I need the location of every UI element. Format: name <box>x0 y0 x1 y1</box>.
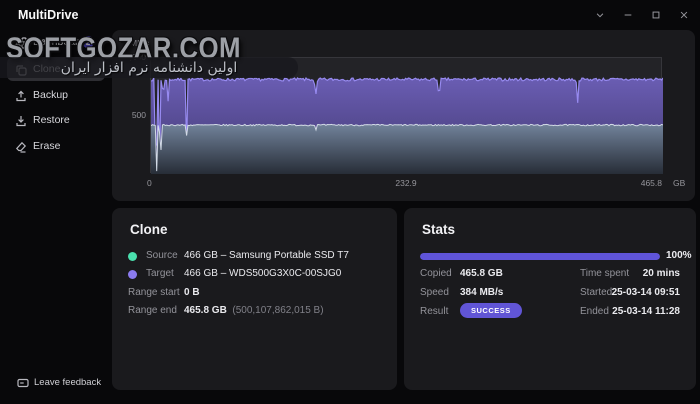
maximize-icon <box>651 10 661 20</box>
progress-bar <box>420 253 660 260</box>
x-tick-0: 0 <box>147 178 152 188</box>
sidebar-item-backup[interactable]: Backup <box>0 83 112 107</box>
x-tick-mid: 232.9 <box>386 178 426 188</box>
clone-panel-title: Clone <box>130 222 168 237</box>
backup-icon <box>15 89 27 101</box>
stat-value-started: 25-03-14 09:51 <box>570 287 680 298</box>
clone-panel: Clone Source 466 GB – Samsung Portable S… <box>112 208 397 390</box>
sidebar-item-label: Dashboard <box>33 36 84 48</box>
source-dot-icon <box>128 252 137 261</box>
success-status-badge: SUCCESS <box>460 303 522 318</box>
y-tick-500: 500 <box>112 110 146 120</box>
dropdown-chevron-button[interactable] <box>588 4 612 26</box>
sidebar-item-label: Clone <box>33 63 60 75</box>
y-axis-unit-label: MB/s <box>130 38 149 48</box>
erase-icon <box>15 140 27 152</box>
range-end-bytes: (500,107,862,015 B) <box>232 305 323 316</box>
stat-value-time-spent: 20 mins <box>570 268 680 279</box>
x-axis-unit-label: GB <box>673 178 685 188</box>
close-button[interactable] <box>672 4 696 26</box>
sidebar: Dashboard 2 Clone Backup <box>0 30 112 404</box>
stat-label-copied: Copied <box>420 268 452 279</box>
source-value: 466 GB – Samsung Portable SSD T7 <box>184 250 349 261</box>
minimize-icon <box>623 10 633 20</box>
y-tick-1000: 1,000 <box>112 52 146 62</box>
stat-value-copied: 465.8 GB <box>460 268 503 279</box>
sidebar-item-label: Backup <box>33 89 68 101</box>
stat-value-ended: 25-03-14 11:28 <box>570 306 680 317</box>
speed-area-chart <box>151 58 663 174</box>
minimize-button[interactable] <box>616 4 640 26</box>
sidebar-item-clone[interactable]: Clone <box>0 57 112 81</box>
row-label: Range start <box>128 287 180 298</box>
app-title: MultiDrive <box>18 8 78 22</box>
feedback-icon <box>17 376 29 388</box>
row-label: Range end <box>128 305 177 316</box>
target-dot-icon <box>128 270 137 279</box>
dashboard-badge: 2 <box>82 36 94 48</box>
x-tick-end: 465.8 <box>612 178 662 188</box>
restore-icon <box>15 114 27 126</box>
speed-chart-plot <box>150 57 662 173</box>
leave-feedback-label: Leave feedback <box>34 377 101 388</box>
close-icon <box>679 10 689 20</box>
sidebar-item-erase[interactable]: Erase <box>0 134 112 158</box>
sidebar-item-label: Restore <box>33 114 70 126</box>
row-label: Target <box>146 268 174 279</box>
titlebar: MultiDrive <box>0 0 700 30</box>
chevron-down-icon <box>595 10 605 20</box>
stat-value-speed: 384 MB/s <box>460 287 503 298</box>
clone-icon <box>15 63 27 75</box>
range-end-value: 465.8 GB (500,107,862,015 B) <box>184 305 324 316</box>
leave-feedback-button[interactable]: Leave feedback <box>0 370 112 394</box>
stat-label-result: Result <box>420 306 448 317</box>
sidebar-item-label: Erase <box>33 140 60 152</box>
row-label: Source <box>146 250 178 261</box>
stats-panel-title: Stats <box>422 222 455 237</box>
progress-percent-label: 100% <box>666 250 692 261</box>
window-controls <box>588 4 696 26</box>
range-start-value: 0 B <box>184 287 200 298</box>
speed-chart-panel: MB/s 1,000 500 0 232.9 465.8 GB <box>112 30 695 201</box>
progress-bar-fill <box>420 253 660 260</box>
stats-panel: Stats 100% Copied 465.8 GB Speed 384 MB/… <box>404 208 696 390</box>
sidebar-item-restore[interactable]: Restore <box>0 108 112 132</box>
dashboard-icon <box>15 36 27 48</box>
stat-label-speed: Speed <box>420 287 449 298</box>
multidrive-window: MultiDrive <box>0 0 700 404</box>
maximize-button[interactable] <box>644 4 668 26</box>
sidebar-item-dashboard[interactable]: Dashboard 2 <box>0 30 112 54</box>
target-value: 466 GB – WDS500G3X0C-00SJG0 <box>184 268 341 279</box>
